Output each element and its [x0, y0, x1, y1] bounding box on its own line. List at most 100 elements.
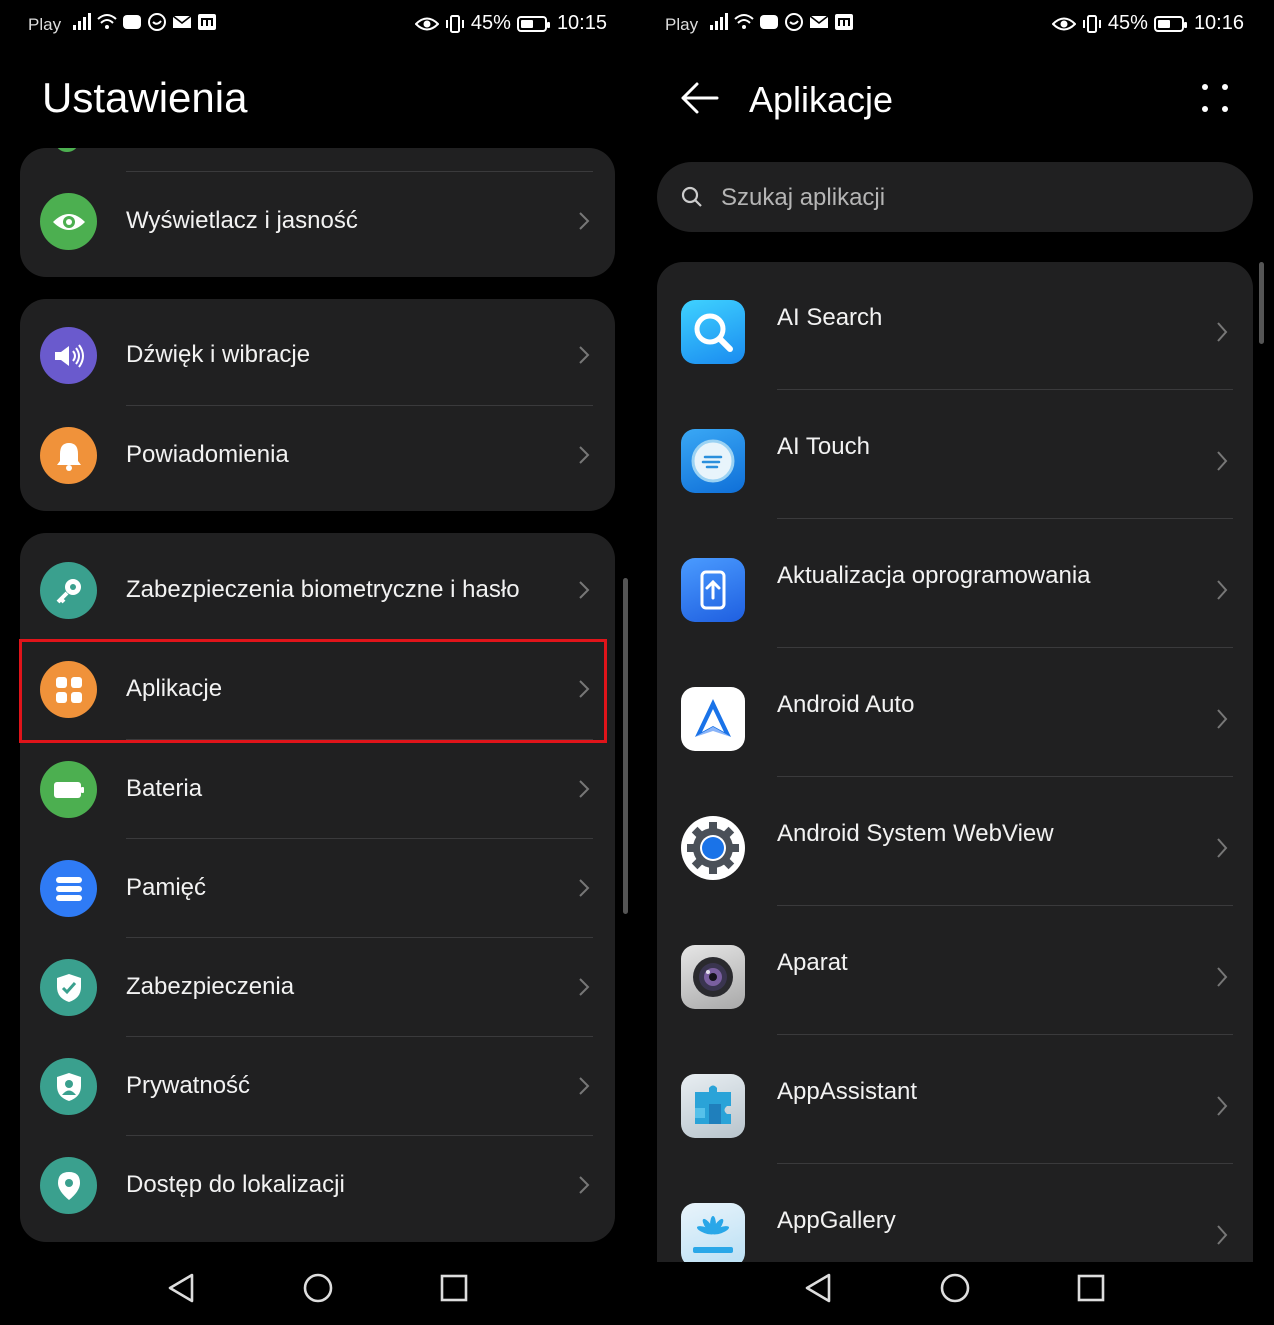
privacy-icon	[40, 1058, 97, 1115]
home-nav-icon[interactable]	[935, 1268, 975, 1308]
settings-item-sound[interactable]: Dźwięk i wibracje	[20, 306, 615, 405]
navigation-bar	[637, 1250, 1274, 1325]
chevron-right-icon	[579, 1077, 590, 1095]
chat-icon	[785, 13, 803, 31]
android-auto-icon	[681, 687, 745, 751]
back-arrow-icon[interactable]	[679, 80, 719, 116]
m-app-icon	[198, 14, 216, 30]
settings-item-label: Powiadomienia	[126, 441, 289, 468]
settings-item-battery[interactable]: Bateria	[20, 740, 615, 839]
battery-icon	[1153, 15, 1187, 32]
chevron-right-icon	[579, 446, 590, 464]
bell-icon	[40, 427, 97, 484]
battery-percent: 45%	[1107, 12, 1148, 34]
chat-icon	[148, 13, 166, 31]
settings-item-label: Zabezpieczenia	[126, 973, 295, 1000]
status-right: 45% 10:16	[1051, 12, 1244, 35]
partial-item-icon	[56, 148, 78, 152]
app-item-ai-touch[interactable]: AI Touch	[657, 391, 1253, 519]
recents-nav-icon[interactable]	[434, 1268, 474, 1308]
settings-item-notifications[interactable]: Powiadomienia	[20, 406, 615, 505]
app-item-ai-search[interactable]: AI Search	[657, 262, 1253, 390]
scrollbar[interactable]	[1259, 262, 1264, 344]
puzzle-icon	[681, 1074, 745, 1138]
divider	[777, 1034, 1233, 1035]
chevron-right-icon	[1217, 967, 1228, 987]
eye-comfort-icon	[1051, 17, 1076, 30]
chevron-right-icon	[1217, 1225, 1228, 1245]
carrier-label: Play	[665, 15, 699, 34]
clock: 10:16	[1193, 12, 1244, 34]
settings-card-display: Wyświetlacz i jasność	[20, 148, 615, 277]
chevron-right-icon	[579, 212, 590, 230]
app-item-android-auto[interactable]: Android Auto	[657, 649, 1253, 777]
recents-nav-icon[interactable]	[1071, 1268, 1111, 1308]
settings-item-security[interactable]: Zabezpieczenia	[20, 938, 615, 1037]
app-item-appassistant[interactable]: AppAssistant	[657, 1036, 1253, 1164]
vibrate-icon	[445, 14, 464, 33]
home-nav-icon[interactable]	[298, 1268, 338, 1308]
chevron-right-icon	[579, 346, 590, 364]
scrollbar[interactable]	[623, 578, 628, 914]
status-bar: Play 45% 10:16	[637, 0, 1274, 50]
app-label: Android Auto	[777, 691, 915, 718]
location-pin-icon	[40, 1157, 97, 1214]
search-bar[interactable]	[657, 162, 1253, 232]
app-item-android-webview[interactable]: Android System WebView	[657, 778, 1253, 906]
app-item-camera[interactable]: Aparat	[657, 907, 1253, 1035]
clock: 10:15	[556, 12, 607, 34]
app-label: AppAssistant	[777, 1078, 918, 1105]
more-options-icon[interactable]	[1200, 82, 1230, 114]
app-item-software-update[interactable]: Aktualizacja oprogramowania	[657, 520, 1253, 648]
search-input[interactable]	[719, 176, 1223, 220]
settings-item-label: Wyświetlacz i jasność	[126, 207, 358, 234]
storage-icon	[40, 860, 97, 917]
settings-item-biometrics[interactable]: Zabezpieczenia biometryczne i hasło	[20, 541, 615, 640]
software-update-icon	[681, 558, 745, 622]
divider	[777, 1163, 1233, 1164]
ai-search-icon	[681, 300, 745, 364]
m-app-icon	[835, 14, 853, 30]
signal-icon	[73, 13, 91, 30]
settings-item-location[interactable]: Dostęp do lokalizacji	[20, 1136, 615, 1235]
ad-icon	[123, 15, 141, 29]
highlight-box	[19, 639, 607, 743]
chevron-right-icon	[579, 879, 590, 897]
chevron-right-icon	[579, 978, 590, 996]
settings-item-display[interactable]: Wyświetlacz i jasność	[20, 172, 615, 271]
chevron-right-icon	[579, 780, 590, 798]
battery-icon	[516, 15, 550, 32]
camera-icon	[681, 945, 745, 1009]
wifi-icon	[97, 14, 117, 29]
ai-touch-icon	[681, 429, 745, 493]
settings-item-storage[interactable]: Pamięć	[20, 839, 615, 938]
app-label: AI Touch	[777, 433, 870, 460]
speaker-icon	[40, 327, 97, 384]
chevron-right-icon	[1217, 580, 1228, 600]
settings-item-label: Bateria	[126, 775, 203, 802]
key-icon	[40, 562, 97, 619]
status-right: 45% 10:15	[414, 12, 607, 35]
app-label: Aktualizacja oprogramowania	[777, 562, 1091, 589]
chevron-right-icon	[1217, 838, 1228, 858]
shield-icon	[40, 959, 97, 1016]
settings-item-privacy[interactable]: Prywatność	[20, 1037, 615, 1136]
back-nav-icon[interactable]	[162, 1268, 202, 1308]
battery-icon	[40, 761, 97, 818]
vibrate-icon	[1082, 14, 1101, 33]
ad-icon	[760, 15, 778, 29]
settings-item-label: Zabezpieczenia biometryczne i hasło	[126, 576, 520, 603]
divider	[777, 905, 1233, 906]
app-item-appgallery[interactable]: AppGallery	[657, 1165, 1253, 1262]
settings-screen: Play 45% 10:15 Ustawienia Wyświetlacz i …	[0, 0, 637, 1325]
app-list: AI Search AI Touch Aktualizacja oprogram…	[657, 262, 1253, 1262]
mail-icon	[172, 15, 192, 28]
status-icons	[709, 13, 854, 31]
settings-item-label: Dostęp do lokalizacji	[126, 1171, 345, 1198]
chevron-right-icon	[1217, 709, 1228, 729]
back-nav-icon[interactable]	[799, 1268, 839, 1308]
chevron-right-icon	[1217, 1096, 1228, 1116]
navigation-bar	[0, 1250, 637, 1325]
eye-comfort-icon	[414, 17, 439, 30]
carrier-label: Play	[28, 15, 62, 34]
